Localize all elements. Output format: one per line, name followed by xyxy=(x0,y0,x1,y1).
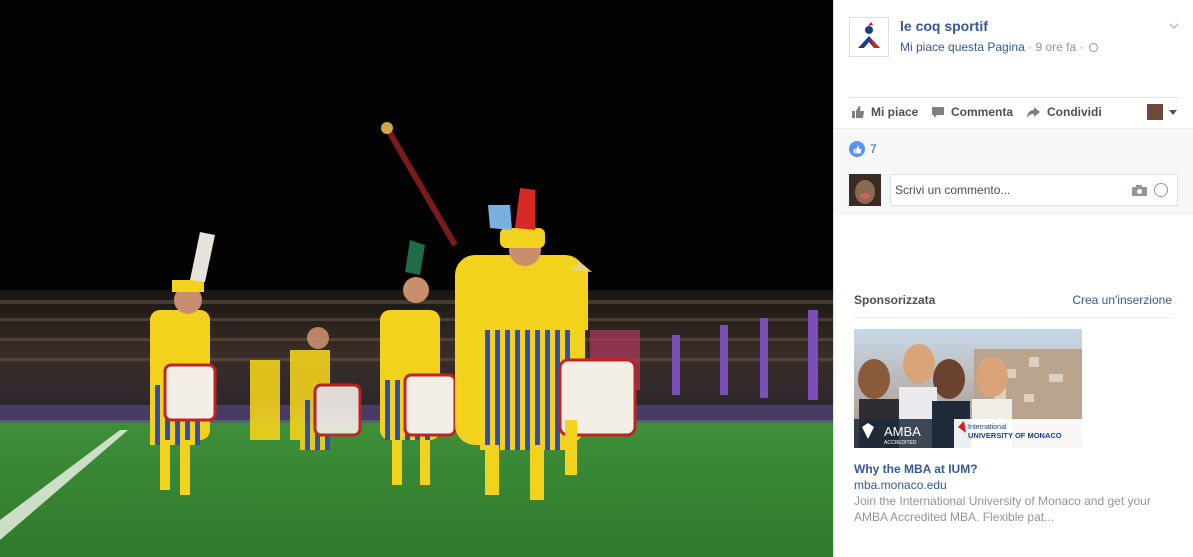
meta-separator: · xyxy=(1079,40,1084,54)
sponsored-title: Sponsorizzata xyxy=(854,293,936,307)
actor-selector-avatar[interactable] xyxy=(1147,104,1163,120)
page-avatar[interactable] xyxy=(849,17,889,57)
like-summary[interactable]: 7 xyxy=(849,141,877,157)
user-avatar[interactable] xyxy=(849,174,881,206)
globe-icon xyxy=(1088,43,1098,52)
ad-brand-line2: UNIVERSITY OF MONACO xyxy=(968,431,1062,440)
camera-icon[interactable] xyxy=(1132,185,1147,196)
feedback-section: 7 xyxy=(834,128,1193,215)
thumbs-up-icon xyxy=(852,106,864,118)
post-side-panel: le coq sportif Mi piace questa Pagina · … xyxy=(833,0,1193,557)
post-actions-bar: Mi piace Commenta Condividi xyxy=(849,97,1179,128)
ad-amba-sub-text: ACCREDITED xyxy=(884,440,917,446)
ad-image[interactable]: AMBA ACCREDITED International UNIVERSITY… xyxy=(854,329,1082,448)
like-reaction-icon xyxy=(849,141,865,157)
like-page-link[interactable]: Mi piace questa Pagina xyxy=(900,40,1025,54)
comment-input[interactable] xyxy=(891,175,1121,205)
photo-flag-throwers-parade xyxy=(0,0,833,557)
ad-domain-link[interactable]: mba.monaco.edu xyxy=(854,478,947,492)
rooster-logo-icon xyxy=(858,22,880,48)
smile-icon[interactable] xyxy=(1154,183,1168,197)
ad-description[interactable]: Join the International University of Mon… xyxy=(854,493,1164,525)
like-button-label: Mi piace xyxy=(871,105,919,119)
meta-separator: · xyxy=(1028,40,1033,54)
post-photo[interactable] xyxy=(0,0,833,557)
create-ad-link[interactable]: Crea un'inserzione xyxy=(1072,293,1172,307)
marcher-right-edge xyxy=(548,262,592,330)
like-button[interactable]: Mi piace xyxy=(851,105,918,119)
page-name-link[interactable]: le coq sportif xyxy=(900,18,988,34)
ad-photo: AMBA ACCREDITED International UNIVERSITY… xyxy=(854,329,1082,448)
share-button[interactable]: Condividi xyxy=(1026,105,1102,119)
comment-bubble-icon xyxy=(932,107,944,118)
comment-button[interactable]: Commenta xyxy=(931,105,1013,119)
sponsored-section: Sponsorizzata Crea un'inserzione AMBA AC… xyxy=(854,293,1172,524)
share-arrow-icon xyxy=(1027,107,1040,118)
ad-title-link[interactable]: Why the MBA at IUM? xyxy=(854,462,978,476)
post-meta: Mi piace questa Pagina · 9 ore fa · xyxy=(900,40,1098,54)
ad-amba-logo-text: AMBA xyxy=(884,424,921,439)
comment-composer[interactable] xyxy=(890,174,1178,206)
user-photo xyxy=(849,174,881,206)
comment-button-label: Commenta xyxy=(951,105,1014,119)
share-button-label: Condividi xyxy=(1047,105,1102,119)
post-header: le coq sportif Mi piace questa Pagina · … xyxy=(849,15,1179,59)
ad-brand-line1: International xyxy=(968,424,1007,431)
sponsored-header: Sponsorizzata Crea un'inserzione xyxy=(854,293,1172,318)
chevron-down-icon[interactable] xyxy=(1169,21,1179,31)
thumbs-up-icon xyxy=(853,145,861,153)
caret-down-icon[interactable] xyxy=(1169,110,1177,115)
like-count: 7 xyxy=(870,142,877,156)
post-timestamp[interactable]: 9 ore fa xyxy=(1035,40,1076,54)
